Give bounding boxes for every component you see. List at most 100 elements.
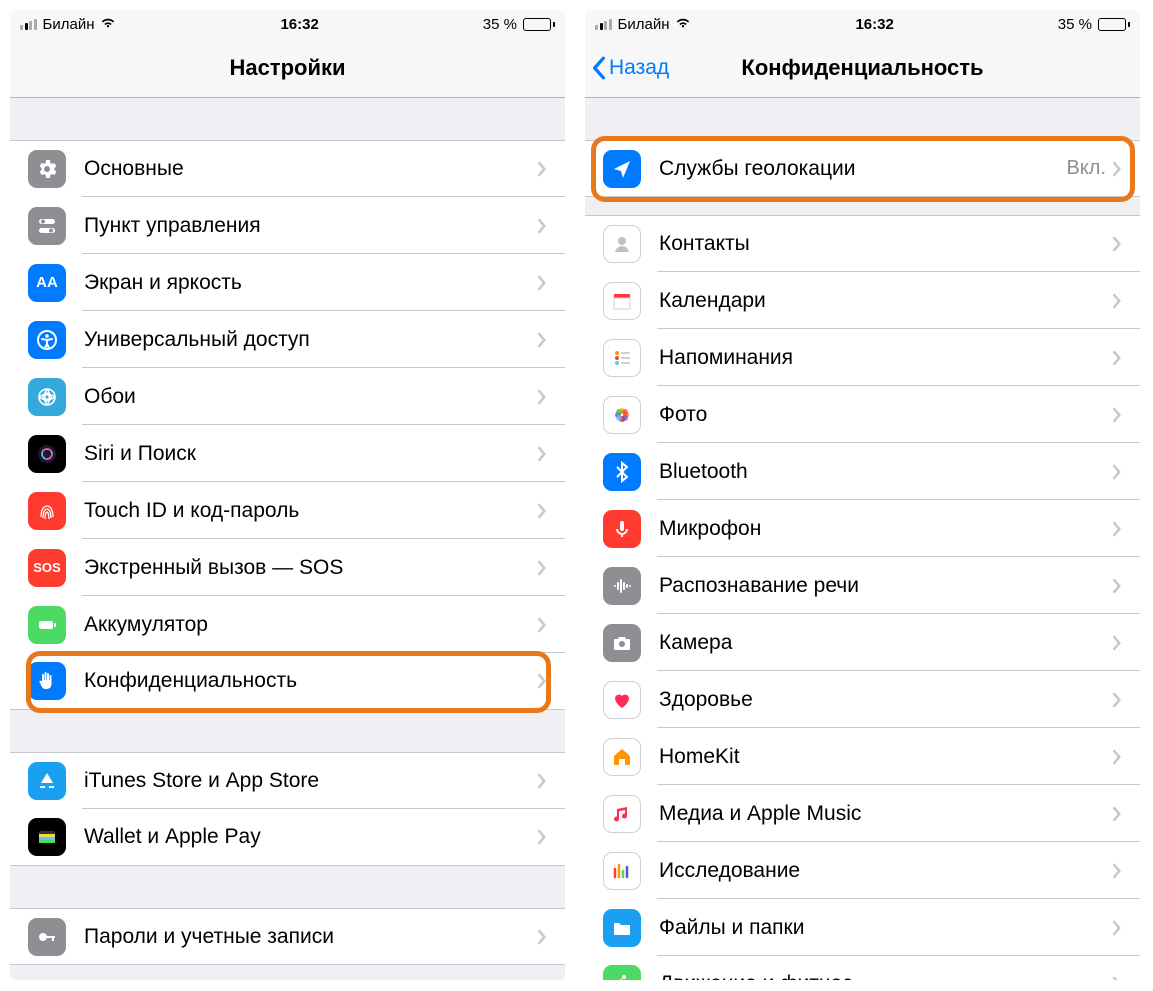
- label: iTunes Store и App Store: [84, 769, 537, 793]
- row-siri[interactable]: Siri и Поиск: [10, 425, 565, 482]
- row-passwords[interactable]: Пароли и учетные записи: [10, 908, 565, 965]
- motion-icon: [603, 965, 641, 980]
- carrier-label: Билайн: [43, 16, 95, 33]
- home-icon: [603, 738, 641, 776]
- chevron-right-icon: [1112, 464, 1122, 480]
- label: Экстренный вызов — SOS: [84, 556, 537, 580]
- row-contacts[interactable]: Контакты: [585, 215, 1140, 272]
- label: Исследование: [659, 859, 1112, 883]
- clock: 16:32: [280, 16, 318, 33]
- chevron-right-icon: [537, 332, 547, 348]
- chevron-right-icon: [537, 503, 547, 519]
- label: Bluetooth: [659, 460, 1112, 484]
- photos-icon: [603, 396, 641, 434]
- row-location[interactable]: Службы геолокацииВкл.: [585, 140, 1140, 197]
- page-title: Конфиденциальность: [741, 55, 983, 81]
- reminders-icon: [603, 339, 641, 377]
- row-accessibility[interactable]: Универсальный доступ: [10, 311, 565, 368]
- row-homekit[interactable]: HomeKit: [585, 728, 1140, 785]
- siri-icon: [28, 435, 66, 473]
- settings-list: Основные Пункт управления AA Экран и ярко…: [10, 98, 565, 980]
- research-icon: [603, 852, 641, 890]
- row-battery[interactable]: Аккумулятор: [10, 596, 565, 653]
- label: Wallet и Apple Pay: [84, 825, 537, 849]
- row-research[interactable]: Исследование: [585, 842, 1140, 899]
- back-button[interactable]: Назад: [591, 56, 669, 80]
- row-media[interactable]: Медиа и Apple Music: [585, 785, 1140, 842]
- row-photos[interactable]: Фото: [585, 386, 1140, 443]
- label: Здоровье: [659, 688, 1112, 712]
- calendar-icon: [603, 282, 641, 320]
- row-health[interactable]: Здоровье: [585, 671, 1140, 728]
- chevron-right-icon: [1112, 578, 1122, 594]
- microphone-icon: [603, 510, 641, 548]
- chevron-right-icon: [537, 773, 547, 789]
- row-privacy[interactable]: Конфиденциальность: [10, 653, 565, 710]
- display-icon: AA: [28, 264, 66, 302]
- row-reminders[interactable]: Напоминания: [585, 329, 1140, 386]
- row-files[interactable]: Файлы и папки: [585, 899, 1140, 956]
- sos-icon: SOS: [28, 549, 66, 587]
- battery-icon: [523, 18, 555, 31]
- chevron-right-icon: [537, 389, 547, 405]
- row-itunes[interactable]: iTunes Store и App Store: [10, 752, 565, 809]
- row-calendars[interactable]: Календари: [585, 272, 1140, 329]
- gear-icon: [28, 150, 66, 188]
- row-sos[interactable]: SOS Экстренный вызов — SOS: [10, 539, 565, 596]
- row-wallpaper[interactable]: Обои: [10, 368, 565, 425]
- row-touchid[interactable]: Touch ID и код-пароль: [10, 482, 565, 539]
- row-bluetooth[interactable]: Bluetooth: [585, 443, 1140, 500]
- privacy-list: Службы геолокацииВкл. Контакты Календари…: [585, 98, 1140, 980]
- label: Службы геолокации: [659, 157, 1066, 181]
- chevron-right-icon: [1112, 976, 1122, 980]
- label: Универсальный доступ: [84, 328, 537, 352]
- battery-icon: [1098, 18, 1130, 31]
- navbar: Назад Конфиденциальность: [585, 38, 1140, 98]
- label: Конфиденциальность: [84, 669, 537, 693]
- row-control-center[interactable]: Пункт управления: [10, 197, 565, 254]
- row-general[interactable]: Основные: [10, 140, 565, 197]
- label: Фото: [659, 403, 1112, 427]
- row-microphone[interactable]: Микрофон: [585, 500, 1140, 557]
- chevron-right-icon: [537, 673, 547, 689]
- row-display[interactable]: AA Экран и яркость: [10, 254, 565, 311]
- chevron-right-icon: [537, 218, 547, 234]
- label: Камера: [659, 631, 1112, 655]
- label: Движение и фитнес: [659, 972, 1112, 980]
- row-motion[interactable]: Движение и фитнес: [585, 956, 1140, 980]
- label: Распознавание речи: [659, 574, 1112, 598]
- chevron-left-icon: [591, 56, 607, 80]
- signal-icon: [20, 19, 37, 30]
- chevron-right-icon: [537, 929, 547, 945]
- wallpaper-icon: [28, 378, 66, 416]
- battery-percent: 35 %: [483, 16, 517, 33]
- chevron-right-icon: [1112, 863, 1122, 879]
- chevron-right-icon: [1112, 161, 1122, 177]
- row-speech[interactable]: Распознавание речи: [585, 557, 1140, 614]
- bluetooth-icon: [603, 453, 641, 491]
- chevron-right-icon: [537, 617, 547, 633]
- value: Вкл.: [1066, 157, 1106, 180]
- label: Пункт управления: [84, 214, 537, 238]
- appstore-icon: [28, 762, 66, 800]
- chevron-right-icon: [1112, 692, 1122, 708]
- label: Touch ID и код-пароль: [84, 499, 537, 523]
- row-camera[interactable]: Камера: [585, 614, 1140, 671]
- wifi-icon: [675, 16, 691, 33]
- navbar: Настройки: [10, 38, 565, 98]
- chevron-right-icon: [537, 275, 547, 291]
- chevron-right-icon: [1112, 350, 1122, 366]
- label: Напоминания: [659, 346, 1112, 370]
- label: Основные: [84, 157, 537, 181]
- location-icon: [603, 150, 641, 188]
- chevron-right-icon: [1112, 806, 1122, 822]
- folder-icon: [603, 909, 641, 947]
- label: Медиа и Apple Music: [659, 802, 1112, 826]
- label: Экран и яркость: [84, 271, 537, 295]
- row-wallet[interactable]: Wallet и Apple Pay: [10, 809, 565, 866]
- chevron-right-icon: [1112, 293, 1122, 309]
- chevron-right-icon: [1112, 920, 1122, 936]
- wallet-icon: [28, 818, 66, 856]
- status-bar: Билайн 16:32 35 %: [585, 10, 1140, 38]
- label: Микрофон: [659, 517, 1112, 541]
